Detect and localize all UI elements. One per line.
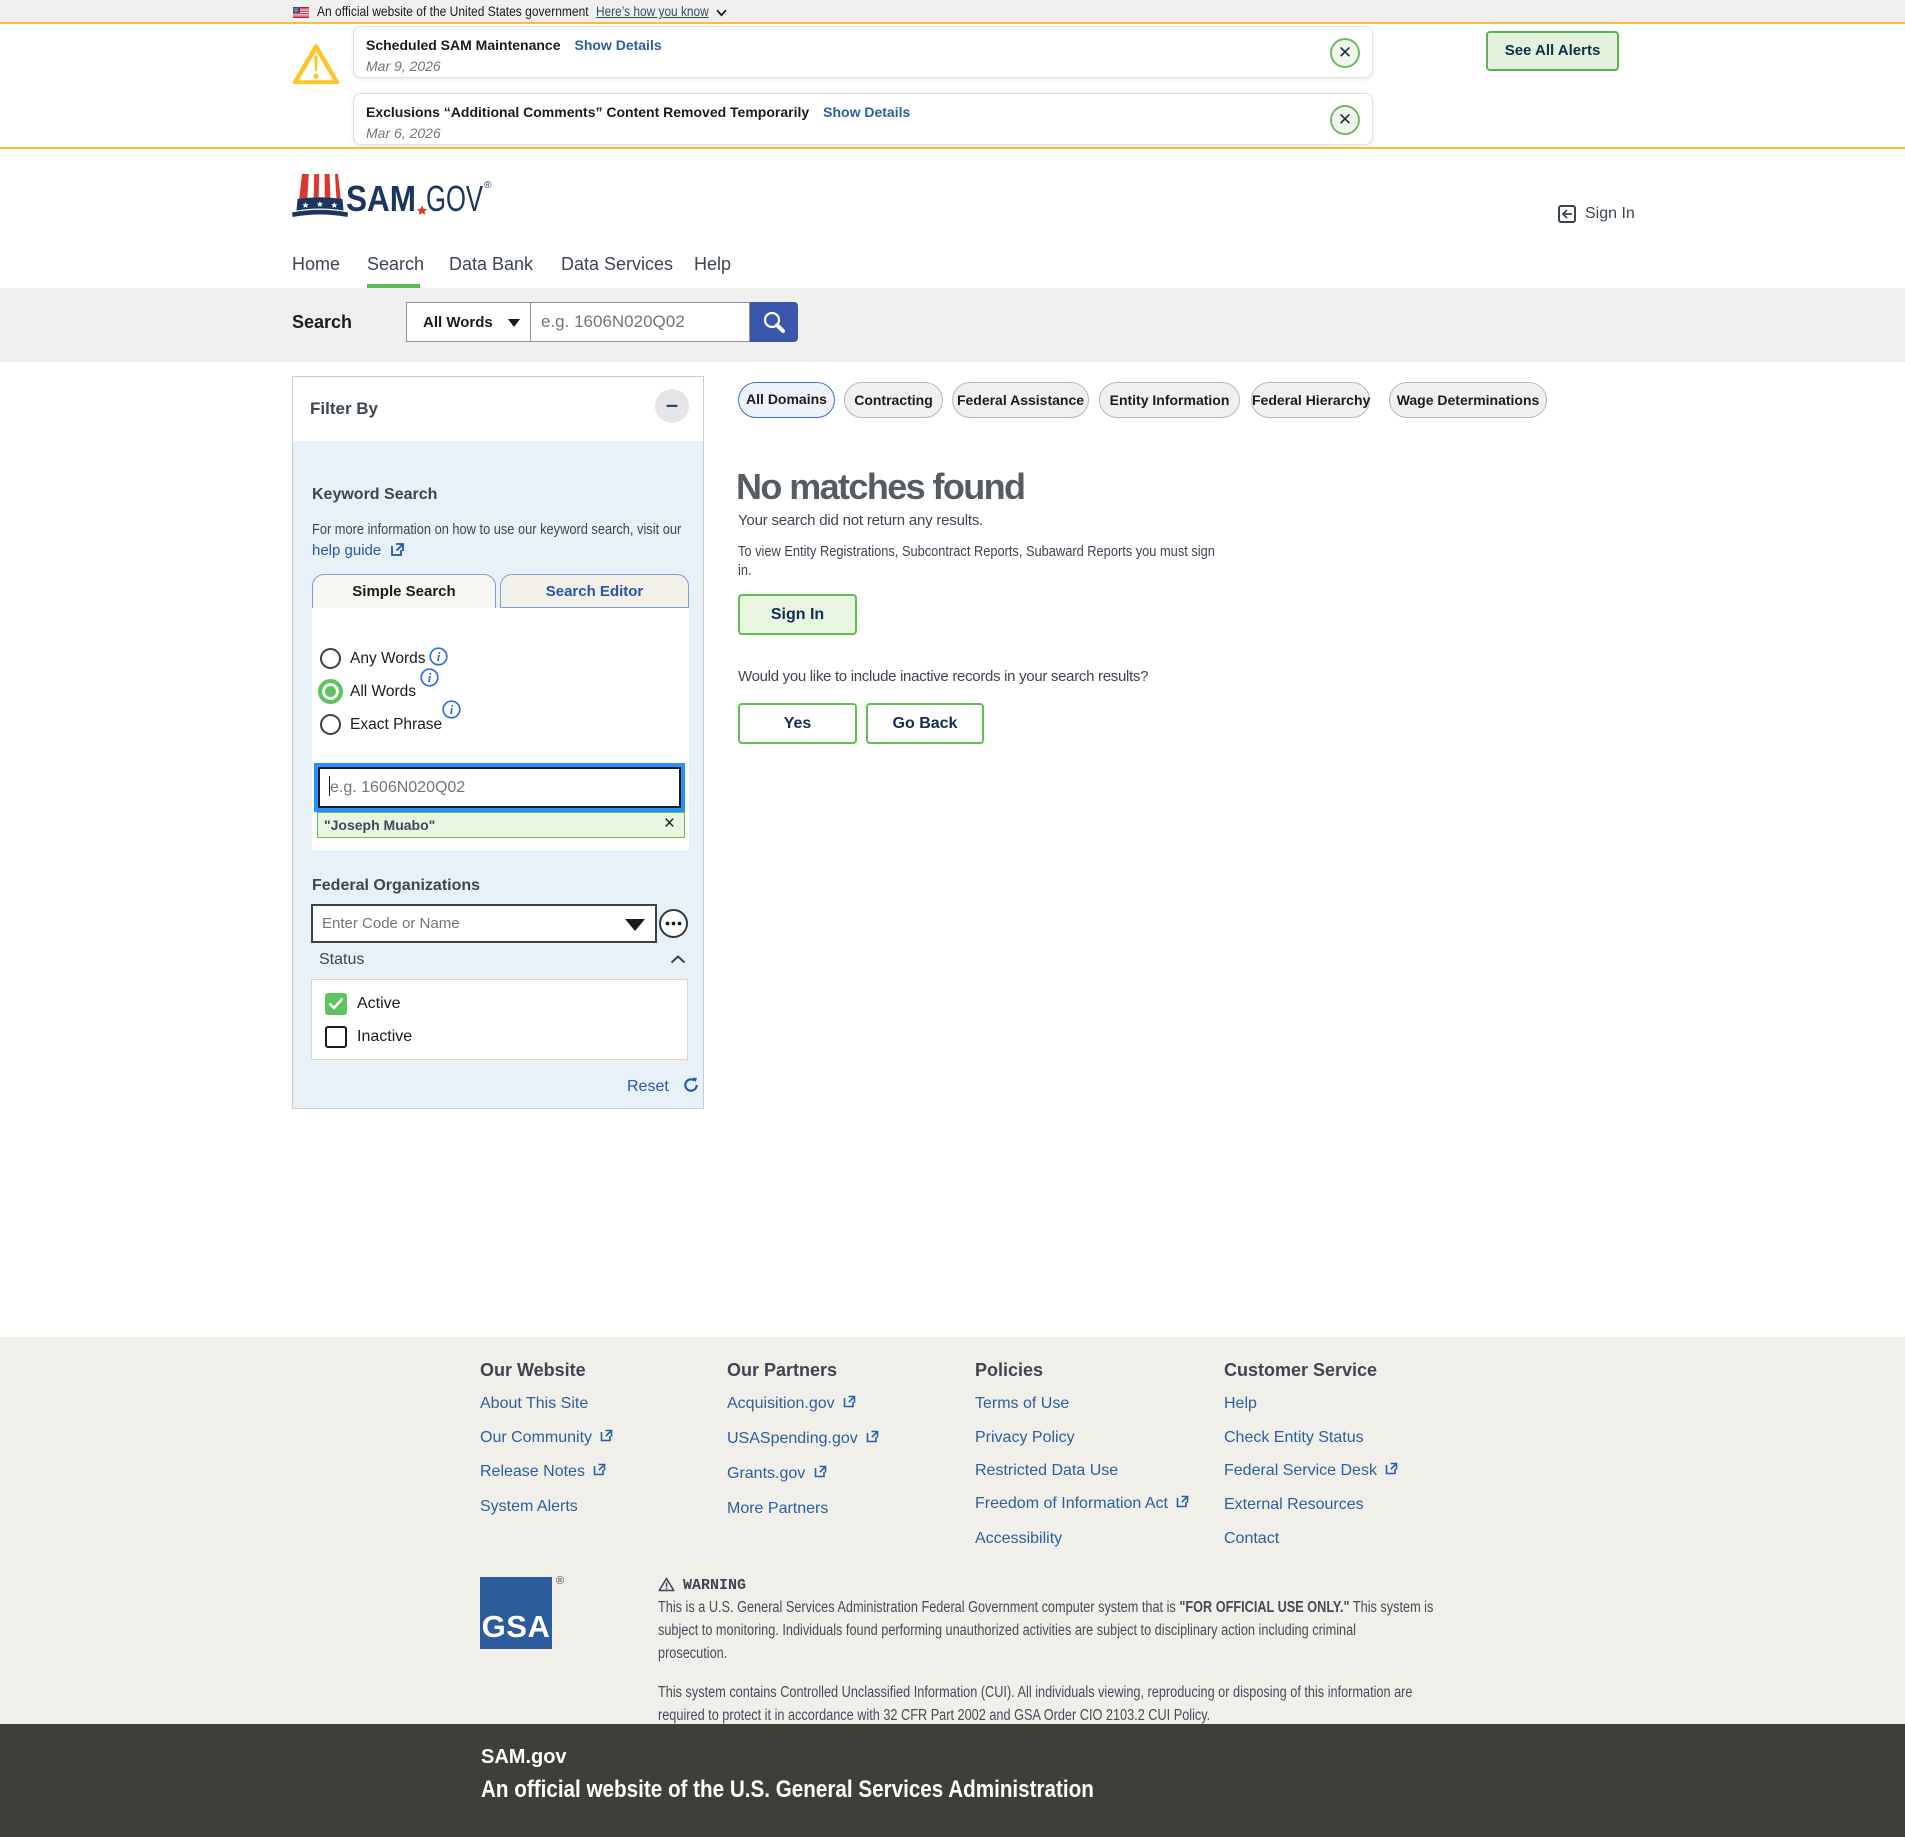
svg-text:i: i <box>437 649 441 664</box>
svg-text:i: i <box>428 670 432 685</box>
svg-text:i: i <box>450 702 454 717</box>
svg-text:SAM: SAM <box>346 178 416 219</box>
svg-text:GOV: GOV <box>426 178 483 219</box>
svg-text:®: ® <box>484 180 492 191</box>
